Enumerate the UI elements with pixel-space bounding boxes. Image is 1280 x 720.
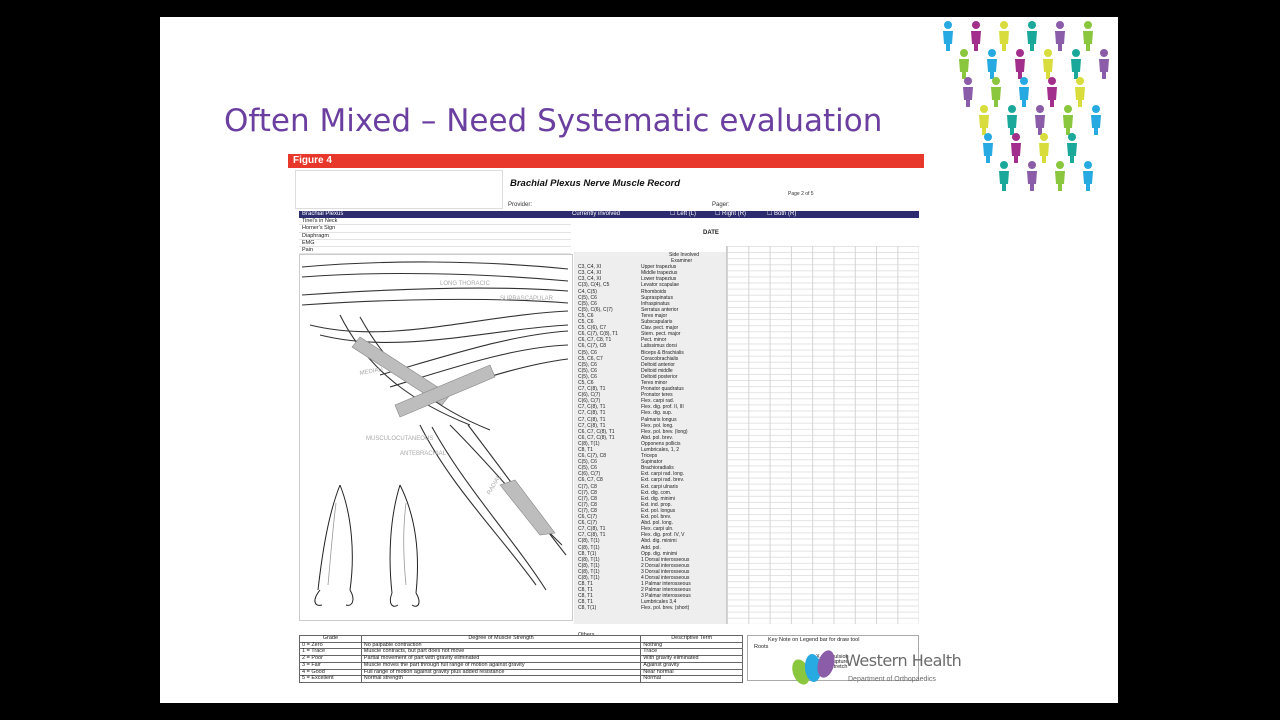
muscle-rows: C3, C4, XI Upper trapezius C3, C4, XI Middl… bbox=[574, 264, 726, 611]
person-figure bbox=[1055, 161, 1065, 191]
page-number: Page 2 of 5 bbox=[788, 191, 814, 197]
legend-cell: 3 = Fair bbox=[299, 661, 362, 670]
person-figure bbox=[1011, 133, 1021, 163]
sign-row: Tinel's in Neck bbox=[299, 218, 571, 226]
legend-cell: Normal bbox=[640, 675, 743, 683]
sign-row: Horner's Sign bbox=[299, 225, 571, 233]
person-figure bbox=[1019, 77, 1029, 107]
person-figure bbox=[1083, 161, 1093, 191]
sign-row: Diaphragm bbox=[299, 233, 571, 240]
svg-text:ANTEBRACHIAL: ANTEBRACHIAL bbox=[400, 451, 447, 457]
brachial-plexus-diagram: MEDIAN LONG THORACIC SUPRASCAPULAR MUSCU… bbox=[299, 254, 573, 621]
logo-subtitle: Department of Orthopaedics bbox=[848, 676, 936, 683]
svg-text:MEDIAN: MEDIAN bbox=[359, 367, 383, 377]
legend-cell: Normal strength bbox=[360, 675, 642, 683]
record-title: Brachial Plexus Nerve Muscle Record bbox=[510, 178, 681, 189]
person-figure bbox=[999, 161, 1009, 191]
muscle-name: Flex. pol. brev. (short) bbox=[641, 605, 690, 612]
people-figures-graphic bbox=[943, 21, 1109, 191]
figure-label-bar: Figure 4 bbox=[288, 154, 924, 168]
person-figure bbox=[1067, 133, 1077, 163]
muscle-strength-legend-table: Grade Degree of Muscle Strength Descript… bbox=[299, 635, 743, 683]
person-figure bbox=[999, 21, 1009, 51]
grading-grid[interactable] bbox=[726, 246, 919, 624]
key-note-roots: Roots bbox=[754, 644, 769, 650]
both-checkbox[interactable]: ☐ Both (R) bbox=[767, 211, 796, 218]
person-figure bbox=[1083, 21, 1093, 51]
nerve-roots: C8, T(1) bbox=[578, 605, 597, 612]
person-figure bbox=[1035, 105, 1045, 135]
legend-cell: Against gravity bbox=[640, 661, 743, 670]
logo-name: Western Health bbox=[845, 651, 962, 670]
person-figure bbox=[983, 133, 993, 163]
provider-label: Provider: bbox=[508, 202, 533, 208]
person-figure bbox=[1047, 77, 1057, 107]
date-label: DATE bbox=[703, 230, 719, 236]
legend-cell: 5 = Excellent bbox=[299, 675, 362, 683]
nerve-muscle-record-form: Figure 4 Brachial Plexus Nerve Muscle Re… bbox=[288, 154, 924, 683]
person-figure bbox=[1063, 105, 1073, 135]
person-figure bbox=[1007, 105, 1017, 135]
clinical-signs-list: Tinel's in Neck Horner's Sign Diaphragm … bbox=[299, 218, 571, 255]
legend-cell: Muscle moves the part through full range… bbox=[360, 661, 642, 670]
person-figure bbox=[1091, 105, 1101, 135]
form-header-box bbox=[295, 170, 503, 209]
pager-label: Pager: bbox=[712, 202, 730, 208]
person-figure bbox=[971, 21, 981, 51]
currently-involved-label: Currently involved bbox=[572, 211, 621, 217]
person-figure bbox=[1027, 161, 1037, 191]
legend-row: 3 = Fair Muscle moves the part through fu… bbox=[299, 661, 743, 670]
person-figure bbox=[1099, 49, 1109, 79]
svg-text:SUPRASCAPULAR: SUPRASCAPULAR bbox=[500, 296, 554, 302]
slide-title: Often Mixed – Need Systematic evaluation bbox=[224, 103, 883, 139]
person-figure bbox=[1071, 49, 1081, 79]
person-figure bbox=[963, 77, 973, 107]
person-figure bbox=[979, 105, 989, 135]
svg-text:MUSCULOCUTANEOUS: MUSCULOCUTANEOUS bbox=[366, 436, 433, 442]
person-figure bbox=[1043, 49, 1053, 79]
person-figure bbox=[959, 49, 969, 79]
slide: Often Mixed – Need Systematic evaluation… bbox=[160, 17, 1118, 703]
sign-row: EMG bbox=[299, 240, 571, 248]
section-label: Brachial Plexus bbox=[302, 211, 344, 217]
person-figure bbox=[1055, 21, 1065, 51]
logo-mark-icon bbox=[792, 650, 835, 685]
brachial-plexus-section-bar: Brachial Plexus Currently involved ☐ Lef… bbox=[299, 211, 919, 218]
left-checkbox[interactable]: ☐ Left (L) bbox=[670, 211, 696, 218]
svg-text:LONG THORACIC: LONG THORACIC bbox=[440, 281, 491, 287]
person-figure bbox=[1027, 21, 1037, 51]
person-figure bbox=[1039, 133, 1049, 163]
western-health-logo: Western Health Department of Orthopaedic… bbox=[786, 648, 962, 686]
person-figure bbox=[1015, 49, 1025, 79]
legend-cell: Full range of motion against gravity plu… bbox=[360, 668, 642, 677]
person-figure bbox=[991, 77, 1001, 107]
person-figure bbox=[943, 21, 953, 51]
legend-row: 5 = Excellent Normal strength Normal bbox=[299, 675, 743, 683]
key-note-title: Key Note on Legend bar for draw tool bbox=[768, 637, 860, 643]
person-figure bbox=[1075, 77, 1085, 107]
person-figure bbox=[987, 49, 997, 79]
muscle-row: C8, T(1) Flex. pol. brev. (short) bbox=[574, 605, 726, 611]
muscle-list: Side Involved Examiner C3, C4, XI Upper t… bbox=[574, 252, 726, 624]
right-checkbox[interactable]: ☐ Right (R) bbox=[715, 211, 746, 218]
